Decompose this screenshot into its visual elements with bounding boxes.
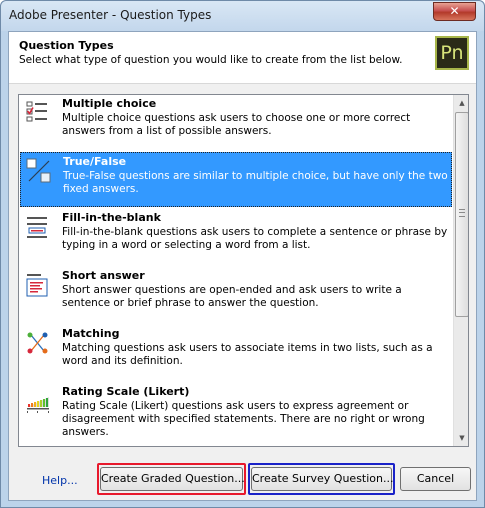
item-description: Matching questions ask users to associat…: [62, 342, 433, 367]
grip-icon: [459, 209, 465, 217]
dialog-header: Question Types Select what type of quest…: [9, 32, 476, 84]
item-description: Multiple choice questions ask users to c…: [62, 112, 411, 137]
list-item-multiple-choice[interactable]: Multiple choice Multiple choice question…: [20, 95, 452, 150]
fill-in-the-blank-icon: [27, 217, 47, 238]
cancel-button[interactable]: Cancel: [400, 467, 471, 491]
list-item-matching[interactable]: Matching Matching questions ask users to…: [20, 325, 452, 380]
create-survey-question-button[interactable]: Create Survey Question...: [251, 467, 394, 491]
close-button[interactable]: ✕: [433, 2, 476, 21]
list-item-true-false[interactable]: True/False True-False questions are simi…: [20, 152, 452, 207]
scroll-down-icon[interactable]: ▼: [454, 430, 468, 446]
item-description: Fill-in-the-blank questions ask users to…: [62, 226, 448, 251]
list-scrollbar[interactable]: ▲ ▼: [453, 95, 468, 446]
item-title: Matching: [62, 327, 120, 340]
short-answer-icon: [26, 274, 48, 297]
matching-icon: [27, 332, 48, 354]
item-title: Short answer: [62, 269, 145, 282]
presenter-logo: Pn: [435, 36, 469, 70]
item-description: True-False questions are similar to mult…: [63, 170, 448, 195]
window-title: Adobe Presenter - Question Types: [9, 8, 212, 22]
dialog-body: Question Types Select what type of quest…: [8, 31, 477, 501]
item-title: Fill-in-the-blank: [62, 211, 161, 224]
create-graded-question-button[interactable]: Create Graded Question...: [100, 467, 245, 491]
dialog-footer: Help... Create Graded Question... Create…: [9, 453, 476, 500]
true-false-icon: [26, 158, 51, 183]
item-description: Rating Scale (Likert) questions ask user…: [62, 400, 425, 438]
scroll-thumb[interactable]: [455, 112, 468, 317]
item-description: Short answer questions are open-ended an…: [62, 284, 402, 309]
list-item-rating-scale[interactable]: Rating Scale (Likert) Rating Scale (Like…: [20, 383, 452, 438]
list-item-short-answer[interactable]: Short answer Short answer questions are …: [20, 267, 452, 322]
rating-scale-icon: [27, 397, 49, 413]
title-bar[interactable]: Adobe Presenter - Question Types ✕: [1, 1, 484, 31]
item-title: Multiple choice: [62, 97, 157, 110]
item-title: True/False: [63, 155, 127, 168]
help-link[interactable]: Help...: [42, 474, 78, 487]
header-subtitle: Select what type of question you would l…: [19, 54, 403, 66]
question-types-dialog: Adobe Presenter - Question Types ✕ Quest…: [0, 0, 485, 508]
scroll-up-icon[interactable]: ▲: [454, 95, 468, 111]
question-type-list[interactable]: Multiple choice Multiple choice question…: [18, 94, 469, 447]
multiple-choice-icon: [26, 101, 47, 122]
header-title: Question Types: [19, 39, 114, 52]
item-title: Rating Scale (Likert): [62, 385, 190, 398]
list-item-fill-in-the-blank[interactable]: Fill-in-the-blank Fill-in-the-blank ques…: [20, 209, 452, 264]
